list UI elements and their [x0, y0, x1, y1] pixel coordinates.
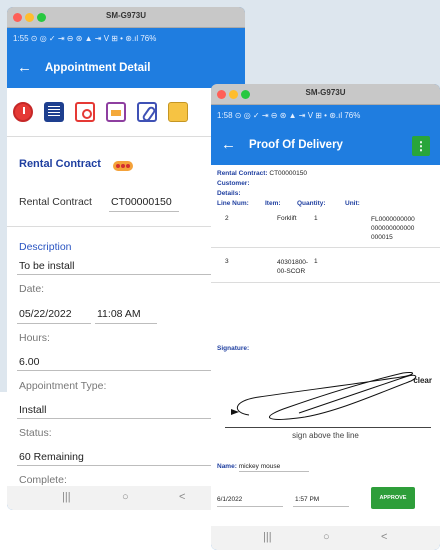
date-underline [17, 323, 91, 324]
status-underline [17, 465, 237, 466]
delivery-content: Rental Contract: CT00000150 Customer: De… [211, 165, 440, 527]
recent-apps-button[interactable]: ||| [263, 531, 272, 543]
row-line-num: 2 [225, 215, 229, 222]
details-label: Details: [217, 190, 241, 197]
status-bar: 1:58 ⊙ ◎ ✓ ⇥ ⊖ ⊛ ▲ ⇥ V ⊞ • ⊛.ıl 76% [211, 105, 440, 127]
home-button[interactable]: ○ [122, 491, 129, 503]
kebab-menu-icon[interactable]: ⋮ [412, 136, 430, 156]
row-quantity: 1 [314, 258, 318, 265]
complete-label: Complete: [19, 474, 67, 486]
more-options-icon[interactable] [113, 161, 133, 171]
rental-contract-underline [109, 211, 179, 212]
rental-contract-value: CT00000150 [269, 170, 307, 177]
description-underline [17, 274, 237, 275]
window-titlebar: SM-G973U [211, 84, 440, 105]
row-item: 40301800-00-SCOR [277, 259, 309, 275]
status-label: Status: [19, 427, 52, 439]
appointment-type-label: Appointment Type: [19, 380, 107, 392]
android-nav-bar: ||| ○ < [7, 486, 245, 510]
hours-label: Hours: [19, 332, 50, 344]
name-underline [239, 471, 309, 472]
column-header-item: Item: [265, 200, 281, 207]
page-title: Proof Of Delivery [249, 139, 343, 151]
divider [7, 136, 245, 137]
row-divider [211, 247, 440, 248]
android-nav-bar: ||| ○ < [211, 526, 440, 550]
divider [7, 226, 245, 227]
customer-label: Customer: [217, 180, 250, 187]
recent-apps-button[interactable]: ||| [62, 491, 71, 503]
time-field[interactable]: 1:57 PM [295, 496, 319, 503]
document-icon[interactable] [44, 102, 64, 122]
appointment-type-underline [17, 418, 237, 419]
signature-pad[interactable] [219, 363, 431, 427]
image-icon[interactable] [106, 102, 126, 122]
clock-icon[interactable] [13, 102, 33, 122]
window-title: SM-G973U [105, 11, 146, 20]
name-row: Name: mickey mouse [217, 463, 280, 470]
time-underline [293, 506, 349, 507]
window-titlebar: SM-G973U [7, 7, 245, 28]
row-line-num: 3 [225, 258, 229, 265]
appointment-detail-window: SM-G973U 1:55 ⊙ ◎ ✓ ⇥ ⊖ ⊛ ▲ ⇥ V ⊞ • ⊛.ıl… [7, 7, 245, 510]
nav-back-button[interactable]: < [179, 491, 185, 503]
hours-field[interactable]: 6.00 [19, 356, 39, 368]
signature-label: Signature: [217, 345, 250, 352]
approve-button[interactable]: APPROVE [371, 487, 415, 509]
nav-back-button[interactable]: < [381, 531, 387, 543]
row-quantity: 1 [314, 215, 318, 222]
camera-icon[interactable] [75, 102, 95, 122]
row-item: Forklift [277, 215, 297, 222]
rental-contract-heading: Rental Contract [19, 158, 101, 170]
status-bar: 1:55 ⊙ ◎ ✓ ⇥ ⊖ ⊛ ▲ ⇥ V ⊞ • ⊛.ıl 76% [7, 28, 245, 50]
scene: SM-G973U 1:55 ⊙ ◎ ✓ ⇥ ⊖ ⊛ ▲ ⇥ V ⊞ • ⊛.ıl… [0, 0, 440, 550]
back-arrow-icon[interactable]: ← [221, 136, 236, 153]
status-field[interactable]: 60 Remaining [19, 451, 84, 463]
app-bar: ← Proof Of Delivery ⋮ [211, 127, 440, 165]
rental-contract-row: Rental Contract: CT00000150 [217, 170, 307, 177]
rental-contract-label: Rental Contract [19, 196, 92, 208]
clear-signature-link[interactable]: clear [413, 376, 432, 385]
description-field[interactable]: To be install [19, 260, 74, 272]
hours-underline [17, 370, 237, 371]
column-header-unit: Unit: [345, 200, 360, 207]
column-header-quantity: Quantity: [297, 200, 326, 207]
column-header-line: Line Num: [217, 200, 249, 207]
row-unit: FL0000000000 000000000000 000015 [371, 216, 415, 241]
date-field[interactable]: 6/1/2022 [217, 496, 242, 503]
date-underline [217, 506, 283, 507]
folder-icon[interactable] [168, 102, 188, 122]
sign-above-hint: sign above the line [292, 431, 359, 440]
appointment-content: Rental Contract Rental Contract CT000001… [7, 88, 245, 486]
proof-of-delivery-window: SM-G973U 1:58 ⊙ ◎ ✓ ⇥ ⊖ ⊛ ▲ ⇥ V ⊞ • ⊛.ıl… [211, 84, 440, 550]
description-heading: Description [19, 241, 72, 253]
attachment-icon[interactable] [137, 102, 157, 122]
rental-contract-value[interactable]: CT00000150 [111, 196, 172, 208]
date-label: Date: [19, 283, 45, 295]
time-underline [95, 323, 157, 324]
window-title: SM-G973U [305, 88, 346, 97]
home-button[interactable]: ○ [323, 531, 330, 543]
signature-line [225, 427, 431, 428]
appointment-type-field[interactable]: Install [19, 404, 46, 416]
rental-contract-label: Rental Contract: [217, 170, 268, 177]
date-field[interactable]: 05/22/2022 [19, 308, 72, 320]
app-bar: ← Appointment Detail [7, 50, 245, 88]
time-field[interactable]: 11:08 AM [97, 308, 141, 320]
page-title: Appointment Detail [45, 62, 151, 74]
back-arrow-icon[interactable]: ← [17, 59, 32, 76]
name-field[interactable]: mickey mouse [239, 463, 281, 470]
row-divider [211, 282, 440, 283]
name-label: Name: [217, 463, 237, 470]
